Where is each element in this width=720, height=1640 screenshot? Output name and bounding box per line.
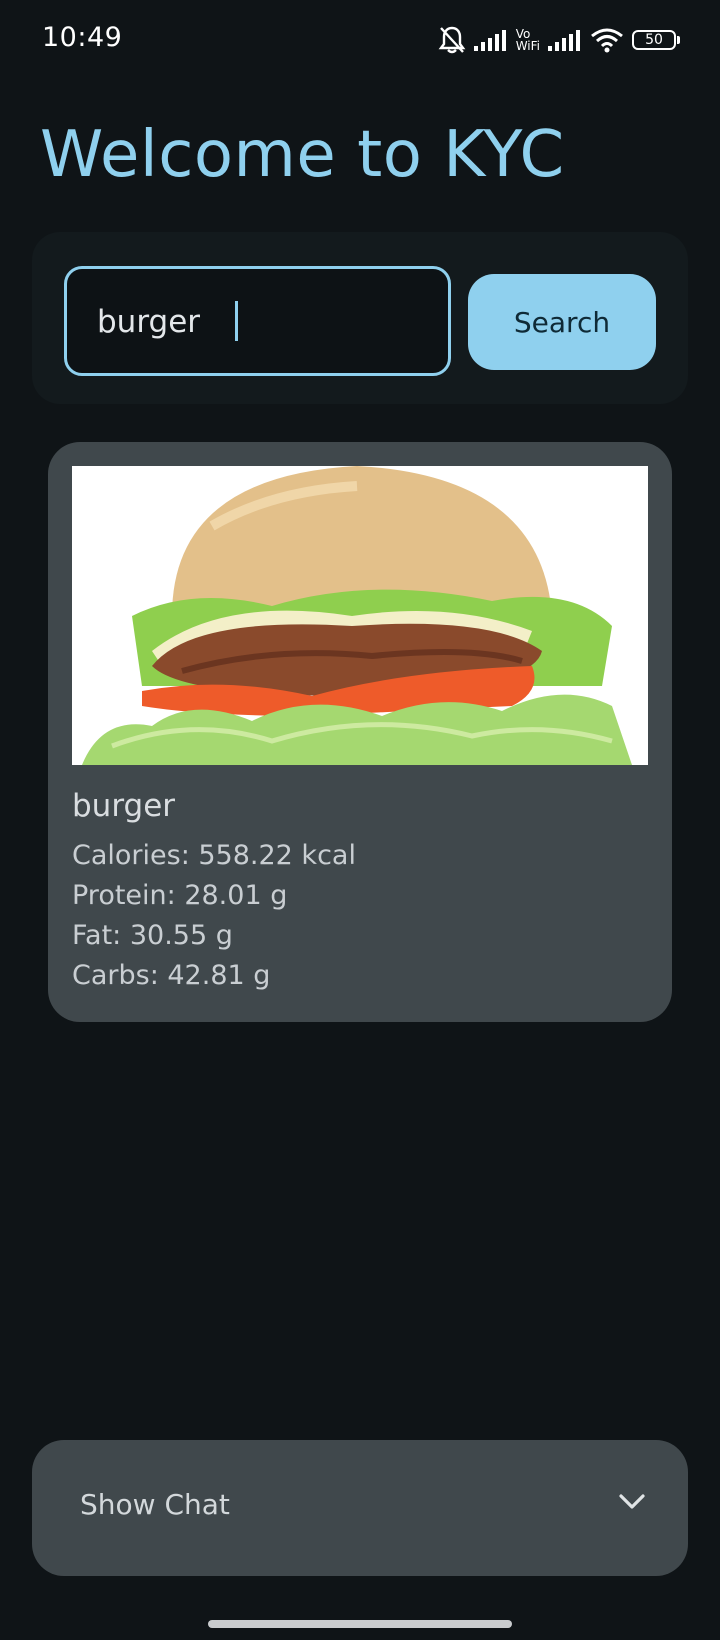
wifi-icon [590,27,624,53]
calories-value: Calories: 558.22 kcal [72,840,356,871]
signal-icon [548,28,582,52]
show-chat-toggle[interactable]: Show Chat [32,1440,688,1576]
burger-image [72,466,648,765]
page-title: Welcome to KYC [40,118,565,192]
vowifi-icon: Vo WiFi [516,28,540,52]
search-field[interactable] [64,266,451,376]
bell-off-icon [438,25,466,55]
vowifi-bottom-label: WiFi [515,39,540,53]
search-panel: Search [32,232,688,404]
text-cursor [235,301,238,341]
search-button[interactable]: Search [468,274,656,370]
status-time: 10:49 [42,22,123,53]
show-chat-label: Show Chat [80,1488,230,1521]
search-input[interactable] [95,269,419,375]
status-icons: Vo WiFi 50 [438,22,680,58]
fat-value: Fat: 30.55 g [72,920,233,951]
signal-icon [473,28,508,52]
chevron-down-icon [618,1492,646,1516]
food-result-card: burger Calories: 558.22 kcal Protein: 28… [48,442,672,1022]
battery-icon: 50 [632,30,680,50]
home-indicator[interactable] [208,1620,512,1628]
status-bar: 10:49 Vo WiFi 50 [0,0,720,80]
carbs-value: Carbs: 42.81 g [72,960,271,991]
food-name: burger [72,788,176,824]
protein-value: Protein: 28.01 g [72,880,288,911]
